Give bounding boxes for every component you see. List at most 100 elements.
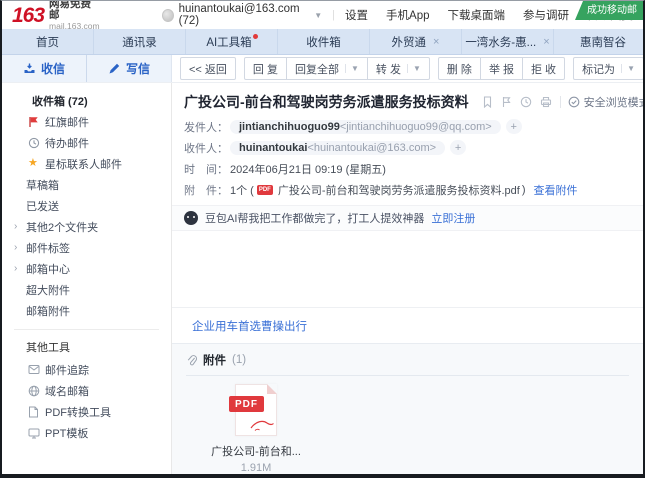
sidebar-item-starred-contacts[interactable]: ★ 星标联系人邮件 [2,153,171,174]
success-move-mail-badge[interactable]: 成功移动邮 [575,1,643,20]
page-fold [267,384,277,394]
top-header: 163 网易免费邮 mail.163.com huinantoukai@163.… [2,1,643,29]
nav-mobile-app[interactable]: 手机App [386,7,429,23]
from-label: 发件人： [184,119,228,135]
to-contact-pill[interactable]: huinantoukai<huinantoukai@163.com> [230,141,445,155]
report-button[interactable]: 举 报 [481,57,523,80]
compose-area: 收信 写信 [2,55,172,82]
subject-action-icons [482,96,561,108]
attachment-panel-divider [186,375,629,376]
clock-icon[interactable] [520,96,532,108]
ad-banner[interactable]: 豆包AI帮我把工作都做完了，打工人提效神器 立即注册 [172,205,643,231]
add-contact-button[interactable]: + [506,119,522,134]
pdf-file-icon: PDF [235,384,277,436]
printer-icon[interactable] [540,96,552,108]
sidebar-item-domain-mail[interactable]: 域名邮箱 [2,380,171,401]
attachment-panel: 附件 (1) PDF 广投公司-前台和... 1.91M [172,343,643,474]
tab-water-company[interactable]: 一湾水务-惠...× [462,29,554,54]
register-now-link[interactable]: 立即注册 [431,210,475,226]
time-row: 时 间： 2024年06月21日 09:19 (星期五) [184,158,631,179]
mail-app-window: 163 网易免费邮 mail.163.com huinantoukai@163.… [0,0,645,478]
other-tools-title: 其他工具 [2,337,171,359]
document-icon [28,406,45,418]
clock-icon [28,137,45,149]
sidebar-item-flagged[interactable]: 红旗邮件 [2,111,171,132]
to-row: 收件人： huinantoukai<huinantoukai@163.com> … [184,137,631,158]
flag-icon[interactable] [501,96,512,108]
shield-check-icon [568,96,580,108]
tab-inbox[interactable]: 收件箱 [278,29,370,54]
star-icon: ★ [28,158,45,169]
inbox-tray-icon [23,62,36,75]
chevron-right-icon: › [14,242,26,253]
tab-huinan[interactable]: 惠南智谷 [554,29,643,54]
close-icon[interactable]: × [433,36,439,48]
chevron-down-icon: ▼ [345,64,359,73]
nav-survey[interactable]: 参与调研 [523,7,569,23]
tab-home[interactable]: 首页 [2,29,94,54]
receive-mail-button[interactable]: 收信 [2,55,86,82]
safe-browsing-mode[interactable]: 安全浏览模式 ▼ [568,94,643,110]
sidebar-item-pdf-tool[interactable]: PDF转换工具 [2,401,171,422]
attachment-filename[interactable]: 广投公司-前台和驾驶岗劳务派遣服务投标资料.pdf [278,182,520,198]
attachment-file-card[interactable]: PDF 广投公司-前台和... 1.91M [198,384,314,474]
mark-as-button[interactable]: 标记为▼ [573,57,643,80]
delete-button[interactable]: 删 除 [438,57,481,80]
sidebar-divider [14,329,159,330]
account-email: huinantoukai@163.com (72) [179,3,311,27]
attachment-file-size: 1.91M [241,462,272,474]
tab-bar: 首页 通讯录 AI工具箱 收件箱 外贸通× 一湾水务-惠...× 惠南智谷 [2,29,643,55]
bookmark-icon[interactable] [482,96,493,108]
mail-reading-pane: 广投公司-前台和驾驶岗劳务派遣服务投标资料 安全浏览模式 ▼ 发件人： [172,83,643,474]
logo-number: 163 [12,5,44,26]
sidebar-item-mail-labels[interactable]: › 邮件标签 [2,237,171,258]
nav-settings[interactable]: 设置 [345,7,368,23]
sidebar-item-mail-attachments[interactable]: 邮箱附件 [2,300,171,321]
presentation-icon [28,427,45,439]
tab-contacts[interactable]: 通讯录 [94,29,186,54]
sidebar: 收件箱 (72) 红旗邮件 待办邮件 ★ 星标联系人邮件 草稿箱 已发送 › [2,83,172,474]
reply-all-button[interactable]: 回复全部▼ [287,57,368,80]
time-label: 时 间： [184,161,228,177]
attachment-file-name: 广投公司-前台和... [211,443,301,459]
chevron-down-icon: ▼ [407,64,421,73]
chevron-right-icon: › [14,221,26,232]
chevron-right-icon: › [14,263,26,274]
reply-button[interactable]: 回 复 [244,57,287,80]
sidebar-item-mail-center[interactable]: › 邮箱中心 [2,258,171,279]
mail-actions: << 返回 回 复 回复全部▼ 转 发▼ 删 除 举 报 拒 收 标记为▼ 移动… [172,55,643,82]
sidebar-item-large-attachments[interactable]: 超大附件 [2,279,171,300]
163-logo[interactable]: 163 网易免费邮 mail.163.com [12,0,100,31]
icon-divider [560,96,561,108]
sidebar-item-sent[interactable]: 已发送 [2,195,171,216]
tab-ai-toolbox[interactable]: AI工具箱 [186,29,278,54]
chevron-down-icon: ▼ [314,11,322,20]
globe-icon [28,385,45,397]
from-row: 发件人： jintianchihuoguo99<jintianchihuoguo… [184,116,631,137]
account-avatar [162,9,174,22]
pencil-icon [108,62,121,75]
back-button[interactable]: << 返回 [180,57,236,80]
tab-foreign-trade[interactable]: 外贸通× [370,29,462,54]
sidebar-item-drafts[interactable]: 草稿箱 [2,174,171,195]
sidebar-item-other-folders[interactable]: › 其他2个文件夹 [2,216,171,237]
attachment-panel-count: (1) [232,354,246,366]
from-contact-pill[interactable]: jintianchihuoguo99<jintianchihuoguo99@qq… [230,120,501,134]
header-divider: | [332,9,335,21]
sidebar-item-inbox[interactable]: 收件箱 (72) [2,90,171,111]
forward-button[interactable]: 转 发▼ [368,57,430,80]
nav-desktop-download[interactable]: 下载桌面端 [448,7,506,23]
caocao-travel-link[interactable]: 企业用车首选曹操出行 [192,321,307,333]
account-menu[interactable]: huinantoukai@163.com (72) ▼ [162,3,323,27]
reject-button[interactable]: 拒 收 [523,57,565,80]
add-contact-button[interactable]: + [450,140,466,155]
envelope-icon [28,364,45,375]
sidebar-item-todo[interactable]: 待办邮件 [2,132,171,153]
sidebar-item-ppt-templates[interactable]: PPT模板 [2,422,171,443]
sidebar-item-mail-tracking[interactable]: 邮件追踪 [2,359,171,380]
view-attachment-link[interactable]: 查看附件 [534,182,578,198]
close-icon[interactable]: × [543,36,549,48]
logo-name: 网易免费邮 [49,0,100,22]
toolbar: 收信 写信 << 返回 回 复 回复全部▼ 转 发▼ 删 除 举 报 拒 收 [2,55,643,83]
write-mail-button[interactable]: 写信 [86,55,171,82]
